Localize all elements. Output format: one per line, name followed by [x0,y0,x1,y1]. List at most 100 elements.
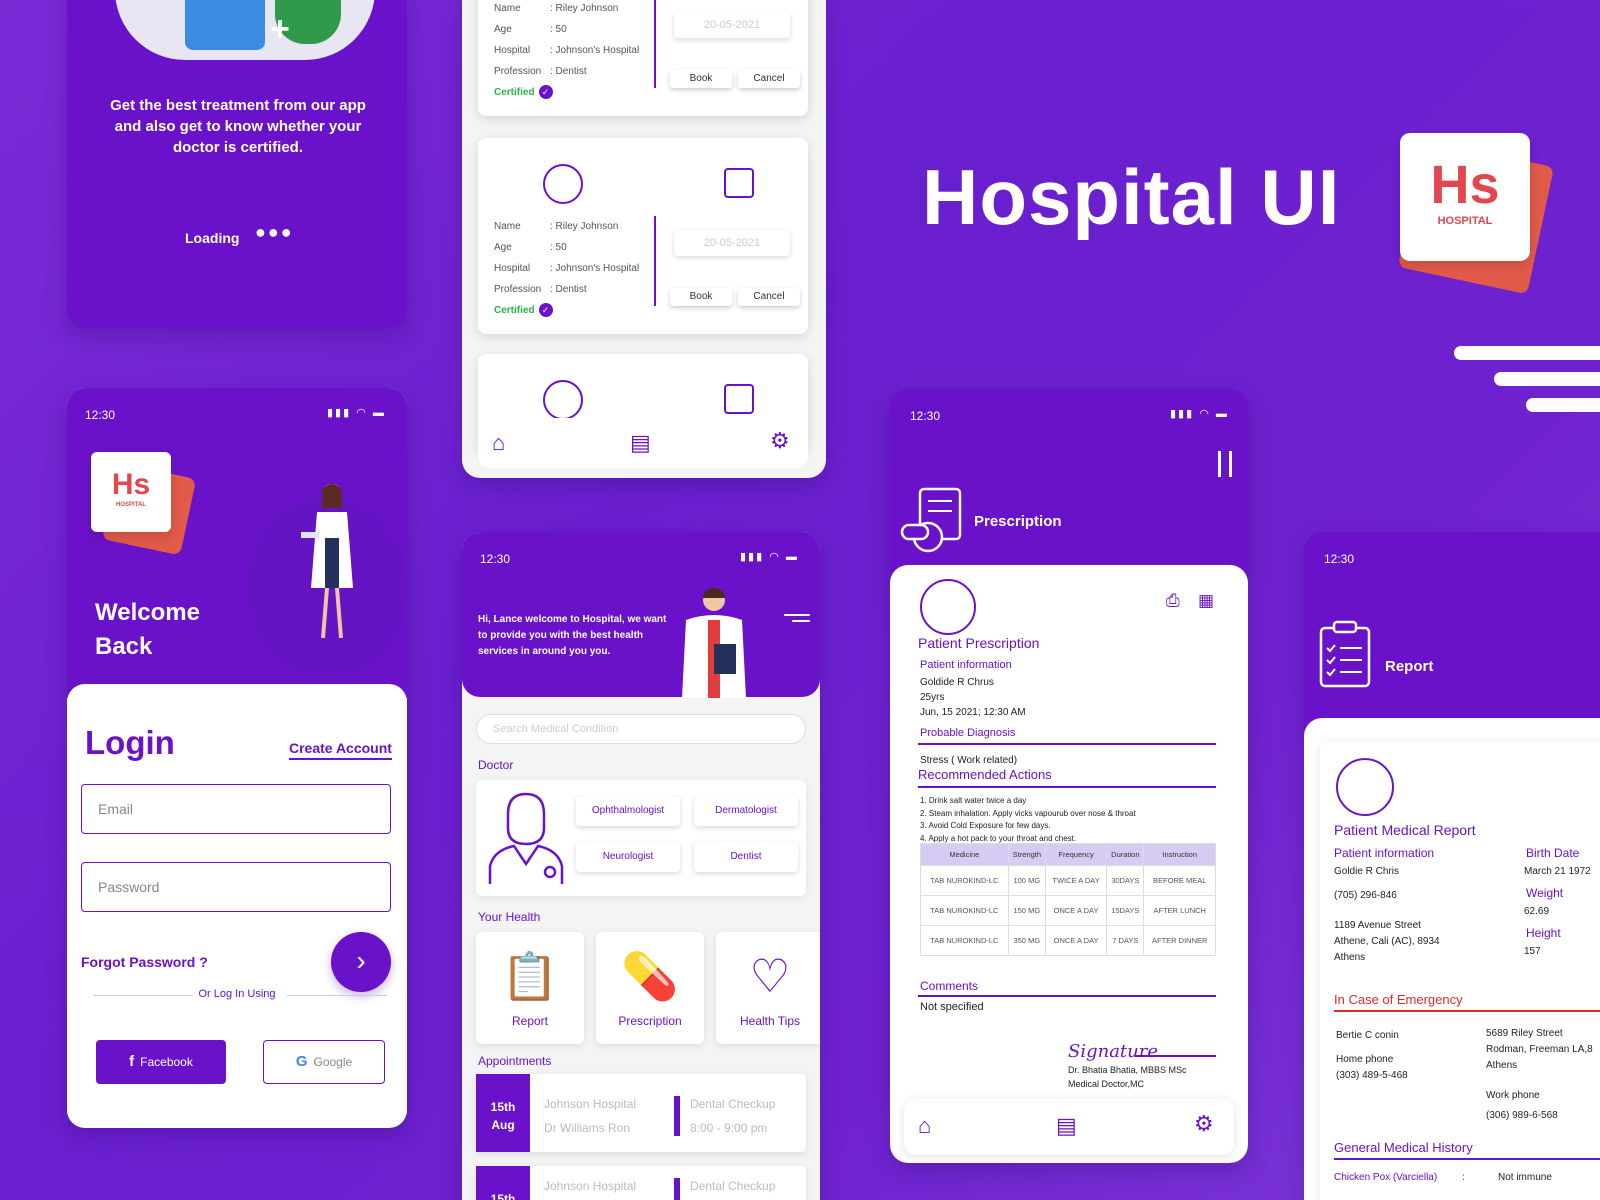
status-time: 12:30 [1324,552,1355,566]
appointment-item[interactable]: 15th Aug Johnson Hospital Dr Williams Ron … [476,1074,806,1152]
pills-icon: 💊 [621,950,679,1002]
calendar-icon[interactable] [724,168,754,198]
prescription-title: Patient Prescription [918,635,1040,651]
gear-icon[interactable]: ⚙ [1194,1111,1214,1137]
prescription-screen: 12:30 ▮▮▮ ◠ ▬ Prescription ⎙ ▦ Patient P… [890,389,1248,1163]
appointment-date: 15th [476,1166,530,1200]
doctor-card: Name: Riley Johnson Age: 50 Hospital: Jo… [478,138,808,334]
hospital-illustration: + [115,0,375,60]
specialty-chip[interactable]: Neurologist [576,842,680,872]
chevron-right-icon: › [356,945,366,976]
home-icon[interactable]: ⌂ [492,430,505,456]
specialty-chip[interactable]: Dentist [694,842,798,872]
home-header: 12:30 ▮▮▮ ◠ ▬ Hi, Lance welcome to Hospi… [462,532,820,698]
bottom-nav: ⌂ ▤ ⚙ [904,1099,1234,1155]
password-field[interactable]: Password [81,862,391,912]
diagnosis-label: Probable Diagnosis [920,727,1016,739]
splash-screen: + Get the best treatment from our app an… [67,0,407,328]
appointment-item[interactable]: 15th Johnson Hospital Dental Checkup [476,1166,806,1200]
search-input[interactable]: Search Medical Condition [476,714,806,744]
doctor-info: Name: Riley Johnson Age: 50 Hospital: Jo… [494,3,640,99]
home-icon[interactable]: ⌂ [918,1113,931,1139]
bottom-nav: ⌂ ▤ ⚙ [478,418,808,468]
heart-plus-icon: ♡ [749,950,791,1002]
calendar-icon[interactable] [724,384,754,414]
forgot-password-link[interactable]: Forgot Password ? [81,954,208,970]
prescription-icon [900,487,962,553]
greeting-text: Hi, Lance welcome to Hospital, we want t… [478,614,667,657]
email-field[interactable]: Email [81,784,391,834]
prescription-body: ⎙ ▦ Patient Prescription Patient informa… [890,565,1248,1163]
booking-screen: Name: Riley Johnson Age: 50 Hospital: Jo… [462,0,826,478]
comments-label: Comments [920,979,979,993]
speed-line [1494,372,1600,386]
speed-line [1454,346,1600,360]
prescription-header: Prescription [974,513,1062,530]
user-avatar-icon [920,579,976,635]
app-logo: Hs HOSPITAL [91,452,171,532]
signature: Signature [1068,1041,1159,1062]
google-login-button[interactable]: G Google [263,1040,385,1084]
medicine-table: Medicine Strength Frequency Duration Ins… [920,843,1216,956]
status-time: 12:30 [85,408,116,422]
hero-title: Hospital UI [922,153,1341,241]
cancel-button[interactable]: Cancel [738,70,800,88]
report-title: Patient Medical Report [1334,822,1476,838]
home-screen: 12:30 ▮▮▮ ◠ ▬ Hi, Lance welcome to Hospi… [462,532,820,1200]
loading-dots: ●●● [255,222,294,242]
specialty-chip[interactable]: Ophthalmologist [576,796,680,826]
verified-icon: ✓ [538,303,553,317]
date-field[interactable]: 20-05-2021 [674,230,790,256]
create-account-link[interactable]: Create Account [289,740,392,760]
actions-label: Recommended Actions [918,767,1052,782]
login-form: Login Create Account Email Password Forg… [67,684,407,1114]
splash-tagline: Get the best treatment from our app and … [110,97,366,156]
status-icons: ▮▮▮ ◠ ▬ [1170,408,1229,420]
patient-info-label: Patient information [920,659,1012,671]
patient-info-label: Patient information [1334,846,1435,860]
health-tips-card[interactable]: ♡ Health Tips [716,932,820,1044]
book-button[interactable]: Book [670,288,732,306]
clipboard-icon: 📋 [501,950,559,1002]
divider-right [287,995,387,996]
book-button[interactable]: Book [670,70,732,88]
gear-icon[interactable]: ⚙ [770,428,790,454]
app-logo: Hs HOSPITAL [1400,133,1530,261]
status-time: 12:30 [480,552,511,566]
report-body: Patient Medical Report Patient informati… [1304,718,1600,1200]
date-field[interactable]: 20-05-2021 [674,12,790,38]
clipboard-icon [1319,620,1371,688]
status-icons: ▮▮▮ ◠ ▬ [740,551,799,563]
history-label: General Medical History [1334,1140,1473,1155]
doctor-section-label: Doctor [478,758,514,772]
menu-icon[interactable] [1218,451,1232,477]
emergency-label: In Case of Emergency [1334,992,1463,1007]
table-row: TAB NUROKIND-LC 100 MG TWICE A DAY 30DAYS BE… [920,865,1216,896]
report-header: Report [1385,658,1434,675]
user-avatar-icon [1336,758,1394,816]
table-row: TAB NUROKIND-LC 150 MG ONCE A DAY 15DAYS AFT… [920,895,1216,926]
speed-line [1526,398,1600,412]
actions-list: 1. Drink salt water twice a day 2. Steam… [920,796,1136,843]
login-submit-button[interactable]: › [331,932,391,992]
facebook-login-button[interactable]: f Facebook [96,1040,226,1084]
printer-icon[interactable]: ⎙ [1166,591,1180,611]
login-title: Login [85,724,175,761]
report-card[interactable]: 📋 Report [476,932,584,1044]
menu-icon[interactable] [784,614,810,626]
cancel-button[interactable]: Cancel [738,288,800,306]
table-row: TAB NUROKIND-LC 350 MG ONCE A DAY 7 DAYS AFT… [920,925,1216,956]
welcome-heading: Welcome Back [95,599,200,660]
prescription-card[interactable]: 💊 Prescription [596,932,704,1044]
calendar-icon[interactable]: ▦ [1198,591,1214,611]
doctor-illustration [682,588,746,698]
certified-label: Certified [494,87,535,98]
specialty-chip[interactable]: Dermatologist [694,796,798,826]
clipboard-icon[interactable]: ▤ [1056,1113,1077,1139]
google-icon: G [295,1053,308,1070]
user-avatar-icon [543,164,583,204]
certified-label: Certified [494,305,535,316]
doctor-panel: Ophthalmologist Dermatologist Neurologis… [476,780,806,896]
clipboard-icon[interactable]: ▤ [630,430,651,456]
doctor-card: Name: Riley Johnson Age: 50 Hospital: Jo… [478,0,808,116]
